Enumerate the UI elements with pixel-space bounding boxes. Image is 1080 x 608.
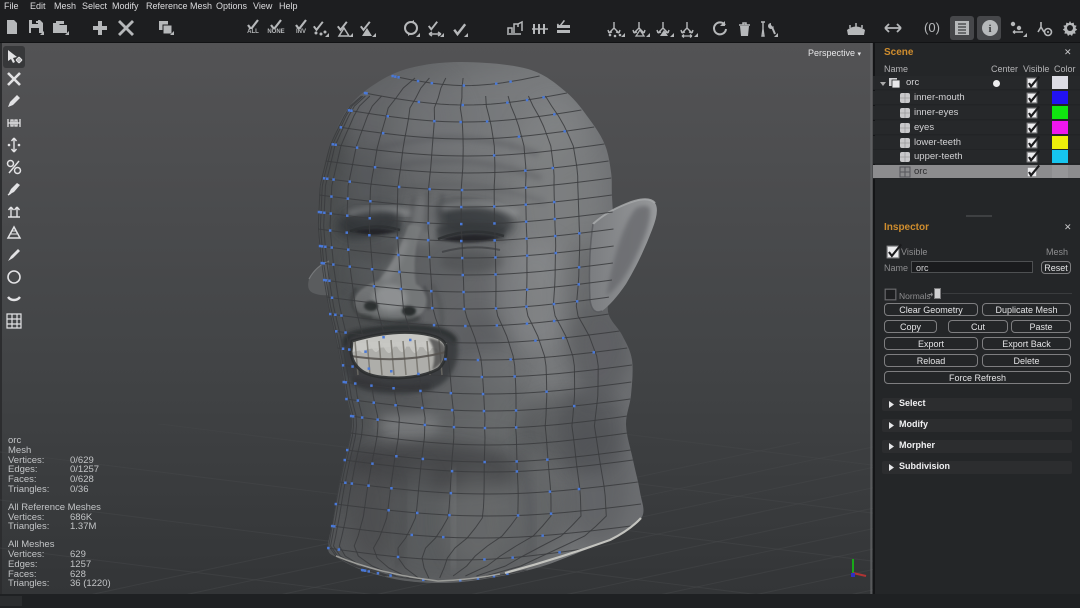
svg-text:i: i bbox=[988, 23, 991, 35]
svg-text:(0): (0) bbox=[924, 20, 940, 35]
